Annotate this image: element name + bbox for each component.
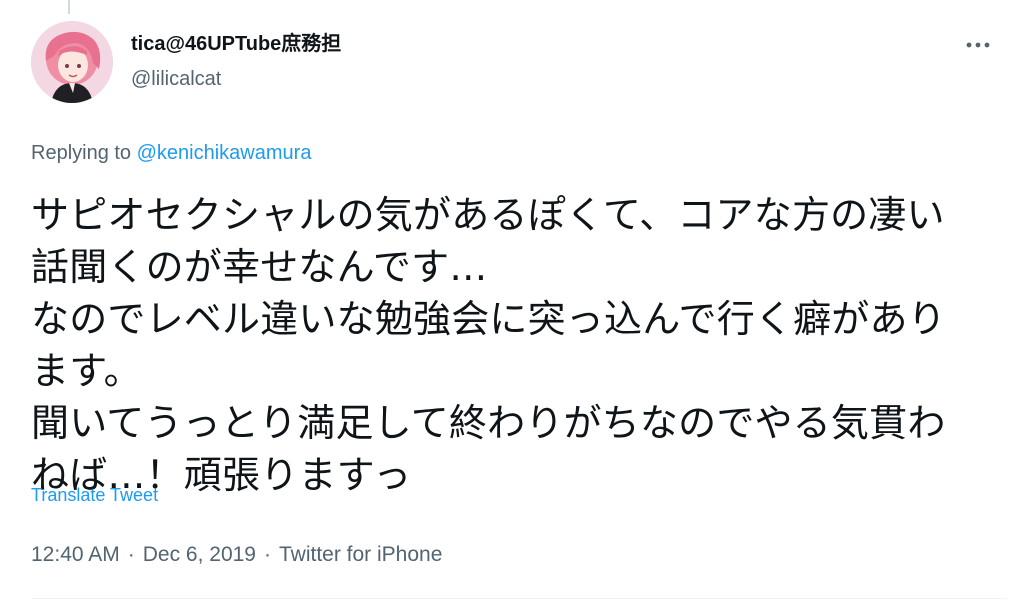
reply-mention-link[interactable]: @kenichikawamura bbox=[137, 142, 312, 164]
tweet-text: サピオセクシャルの気があるぽくて、コアな方の凄い 話聞くのが幸せなんです… なの… bbox=[31, 189, 1006, 501]
author-display-name[interactable]: tica@46UPTube庶務担 bbox=[131, 31, 341, 57]
meta-separator: · bbox=[263, 543, 271, 566]
divider bbox=[31, 598, 1006, 599]
replying-to: Replying to @kenichikawamura bbox=[31, 140, 311, 166]
avatar[interactable] bbox=[31, 21, 113, 103]
tweet-source[interactable]: Twitter for iPhone bbox=[279, 543, 442, 566]
tweet-time[interactable]: 12:40 AM bbox=[31, 543, 120, 566]
author-handle[interactable]: @lilicalcat bbox=[131, 66, 221, 92]
avatar-image bbox=[31, 21, 113, 103]
tweet-text-line: なのでレベル違いな勉強会に突っ込んで行く癖があり bbox=[31, 297, 946, 341]
tweet-text-line: サピオセクシャルの気があるぽくて、コアな方の凄い bbox=[31, 193, 945, 237]
replying-to-label: Replying to bbox=[31, 142, 137, 164]
tweet-text-line: ねば…！頑張りますっ bbox=[31, 453, 412, 497]
meta-separator: · bbox=[127, 543, 135, 566]
tweet-meta: 12:40 AM · Dec 6, 2019 · Twitter for iPhone bbox=[31, 541, 442, 569]
tweet-text-line: 聞いてうっとり満足して終わりがちなのでやる気貫わ bbox=[31, 401, 946, 445]
translate-tweet-link[interactable]: Translate Tweet bbox=[31, 483, 158, 507]
tweet-text-line: 話聞くのが幸せなんです… bbox=[31, 245, 488, 289]
tweet-text-line: ます。 bbox=[31, 349, 142, 393]
more-options-icon bbox=[966, 42, 990, 48]
more-options-button[interactable] bbox=[958, 30, 998, 60]
tweet-date[interactable]: Dec 6, 2019 bbox=[143, 543, 256, 566]
thread-line bbox=[68, 0, 70, 14]
